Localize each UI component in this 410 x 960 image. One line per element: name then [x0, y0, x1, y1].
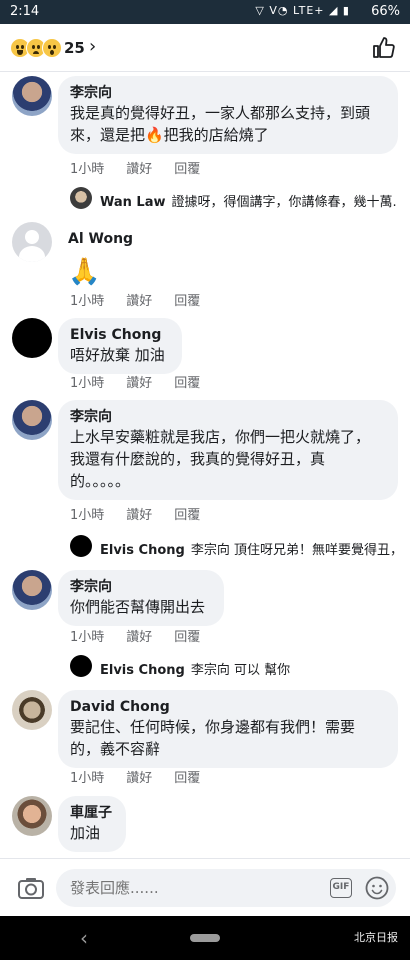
comment-author[interactable]: 李宗向	[70, 84, 386, 102]
comments-header: 25 ›	[0, 24, 410, 72]
comment-text: 唔好放棄 加油	[70, 346, 165, 364]
comment-bubble: 車厘子 加油	[58, 796, 126, 852]
comment-actions: 1小時 讚好 回覆	[70, 504, 222, 523]
comment-actions: 1小時 讚好 回覆	[70, 372, 222, 391]
reply-avatar[interactable]	[70, 655, 92, 677]
like-link[interactable]: 讚好	[126, 376, 152, 391]
camera-icon[interactable]	[18, 877, 44, 899]
comment-bubble: Elvis Chong 唔好放棄 加油	[58, 318, 182, 374]
comment-time: 1小時	[70, 508, 105, 523]
comment-bubble: 李宗向 我是真的覺得好丑，一家人都那么支持，到頭 來，還是把🔥把我的店給燒了	[58, 76, 398, 154]
comment-actions: 1小時 讚好 回覆	[70, 626, 222, 645]
comment-actions: 1小時 讚好 回覆	[70, 158, 222, 177]
status-bar: 2:14 ▽ V◔ LTE+ ◢ ▮ 66%	[0, 0, 410, 24]
avatar[interactable]	[12, 570, 52, 610]
reply-avatar[interactable]	[70, 187, 92, 209]
reply-link[interactable]: 回覆	[174, 294, 200, 309]
reply-avatar[interactable]	[70, 535, 92, 557]
battery-level: 66%	[371, 4, 400, 19]
comment-text: 的，義不容辭	[70, 740, 161, 758]
avatar[interactable]	[12, 76, 52, 116]
avatar[interactable]	[12, 400, 52, 440]
comment-bubble: Al Wong 🙏	[68, 230, 133, 292]
comment-composer: GIF	[0, 858, 410, 916]
status-time: 2:14	[10, 4, 40, 19]
comment-time: 1小時	[70, 294, 105, 309]
like-link[interactable]: 讚好	[126, 294, 152, 309]
reply-author: Elvis Chong	[100, 663, 185, 678]
wow-reaction-icon	[42, 38, 62, 58]
avatar[interactable]	[12, 690, 52, 730]
reply-link[interactable]: 回覆	[174, 162, 200, 177]
comment-author[interactable]: 李宗向	[70, 578, 212, 596]
avatar[interactable]	[12, 318, 52, 358]
comment-text: 上水早安藥粧就是我店，你們一把火就燒了，	[70, 428, 371, 446]
comment-time: 1小時	[70, 630, 105, 645]
reply-link[interactable]: 回覆	[174, 771, 200, 786]
comment-actions: 1小時 讚好 回覆	[70, 767, 222, 786]
comment-author[interactable]: Elvis Chong	[70, 326, 170, 344]
system-nav-bar: ‹ 北京日报	[0, 916, 410, 960]
back-icon[interactable]: ‹	[80, 926, 88, 950]
comment-text: 加油	[70, 824, 101, 842]
comment-text: 要記住、任何時候，你身邊都有我們！需要	[70, 718, 356, 736]
comment-time: 1小時	[70, 162, 105, 177]
comment-author[interactable]: Al Wong	[68, 230, 133, 248]
comment-text: 你們能否幫傳開出去	[70, 598, 206, 616]
comment-actions: 1小時 讚好 回覆	[70, 290, 222, 309]
comment-bubble: David Chong 要記住、任何時候，你身邊都有我們！需要 的，義不容辭	[58, 690, 398, 768]
signal-icons: ▽ V◔ LTE+ ◢ ▮	[255, 4, 350, 17]
like-link[interactable]: 讚好	[126, 630, 152, 645]
avatar[interactable]	[12, 796, 52, 836]
reply-link[interactable]: 回覆	[174, 376, 200, 391]
watermark: 北京日报	[354, 931, 398, 944]
comment-text: 我還有什麼說的，我真的覺得好丑，真	[70, 450, 326, 468]
like-link[interactable]: 讚好	[126, 162, 152, 177]
reply-author: Elvis Chong	[100, 543, 185, 558]
comment-time: 1小時	[70, 771, 105, 786]
reply-link[interactable]: 回覆	[174, 508, 200, 523]
reply-link[interactable]: 回覆	[174, 630, 200, 645]
comment-text: 的。。。。。	[70, 472, 131, 490]
reply-preview[interactable]: Elvis Chong 李宗向 可以 幫你	[100, 659, 398, 678]
praying-hands-emoji: 🙏	[68, 257, 101, 287]
comment-author[interactable]: 李宗向	[70, 408, 386, 426]
reply-text: 李宗向 頂住呀兄弟！無咩要覺得丑，...	[190, 543, 398, 558]
reaction-count[interactable]: 25	[64, 39, 85, 57]
gif-icon[interactable]: GIF	[330, 878, 352, 898]
like-link[interactable]: 讚好	[126, 508, 152, 523]
reply-author: Wan Law	[100, 195, 166, 210]
comment-text: 來，還是把🔥把我的店給燒了	[70, 126, 269, 144]
emoji-icon[interactable]	[365, 876, 389, 900]
comment-bubble: 李宗向 上水早安藥粧就是我店，你們一把火就燒了， 我還有什麼說的，我真的覺得好丑…	[58, 400, 398, 500]
comment-time: 1小時	[70, 376, 105, 391]
reply-text: 證據呀，得個講字，你講條春，幾十萬...	[171, 195, 399, 210]
comment-author[interactable]: David Chong	[70, 698, 386, 716]
comment-author[interactable]: 車厘子	[70, 804, 114, 822]
home-pill-icon[interactable]	[190, 934, 220, 942]
like-icon[interactable]	[372, 36, 396, 60]
reply-preview[interactable]: Wan Law 證據呀，得個講字，你講條春，幾十萬...	[100, 191, 398, 210]
reply-text: 李宗向 可以 幫你	[190, 663, 291, 678]
avatar[interactable]	[12, 222, 52, 262]
reply-preview[interactable]: Elvis Chong 李宗向 頂住呀兄弟！無咩要覺得丑，...	[100, 539, 398, 558]
chevron-right-icon[interactable]: ›	[89, 38, 103, 56]
like-link[interactable]: 讚好	[126, 771, 152, 786]
comment-text: 我是真的覺得好丑，一家人都那么支持，到頭	[70, 104, 371, 122]
comment-bubble: 李宗向 你們能否幫傳開出去	[58, 570, 224, 626]
